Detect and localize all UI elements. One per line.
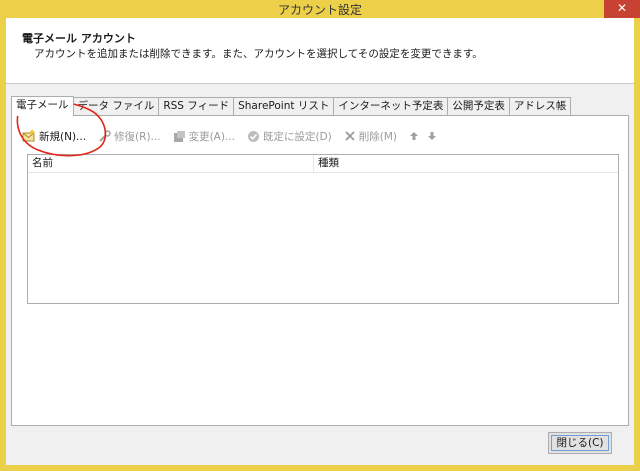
new-account-button[interactable]: 新規(N)... [22,129,86,144]
delete-x-icon [345,131,355,141]
repair-icon [99,129,111,142]
arrow-up-icon [410,132,419,140]
delete-button[interactable]: 削除(M) [344,129,397,144]
title-bar[interactable]: アカウント設定 ✕ [0,0,640,18]
column-header-name[interactable]: 名前 [28,155,314,172]
close-button[interactable]: 閉じる(C) [548,432,612,454]
tab-strip: 電子メール データ ファイル RSS フィード SharePoint リスト イ… [11,96,572,116]
new-account-label: 新規(N)... [39,130,87,143]
tab-internet-calendars[interactable]: インターネット予定表 [333,97,449,115]
change-button[interactable]: 変更(A)... [173,129,235,144]
tab-data-files[interactable]: データ ファイル [72,97,160,115]
move-down-button[interactable] [427,131,437,141]
repair-label: 修復(R)... [114,130,161,143]
check-circle-icon [247,130,259,142]
delete-label: 削除(M) [358,130,398,143]
window-title: アカウント設定 [277,3,362,17]
account-list[interactable]: 名前 種類 [27,154,619,304]
account-toolbar: 新規(N)... 修復(R)... 変更(A)... 既定に設定(D) 削除(M… [22,128,445,144]
change-icon [173,130,185,142]
repair-button[interactable]: 修復(R)... [98,129,161,144]
account-settings-window: アカウント設定 ✕ 電子メール アカウント アカウントを追加または削除できます。… [0,0,640,471]
header-description: アカウントを追加または削除できます。また、アカウントを選択してその設定を変更でき… [34,48,483,60]
column-header-type[interactable]: 種類 [314,155,618,172]
header-title: 電子メール アカウント [22,32,136,45]
new-mail-icon [22,129,35,142]
tab-sharepoint-lists[interactable]: SharePoint リスト [233,97,335,115]
email-tab-panel: 新規(N)... 修復(R)... 変更(A)... 既定に設定(D) 削除(M… [11,115,629,426]
arrow-down-icon [428,132,437,140]
account-list-header: 名前 種類 [28,155,618,173]
window-close-icon[interactable]: ✕ [604,0,640,18]
move-up-button[interactable] [409,131,419,141]
tab-rss-feeds[interactable]: RSS フィード [158,97,235,115]
set-default-label: 既定に設定(D) [262,130,332,143]
tab-published-calendars[interactable]: 公開予定表 [447,97,510,115]
tab-email[interactable]: 電子メール [11,96,74,116]
tab-address-books[interactable]: アドレス帳 [508,97,572,115]
set-default-button[interactable]: 既定に設定(D) [247,129,332,144]
header-panel: 電子メール アカウント アカウントを追加または削除できます。また、アカウントを選… [6,18,634,84]
change-label: 変更(A)... [188,130,235,143]
